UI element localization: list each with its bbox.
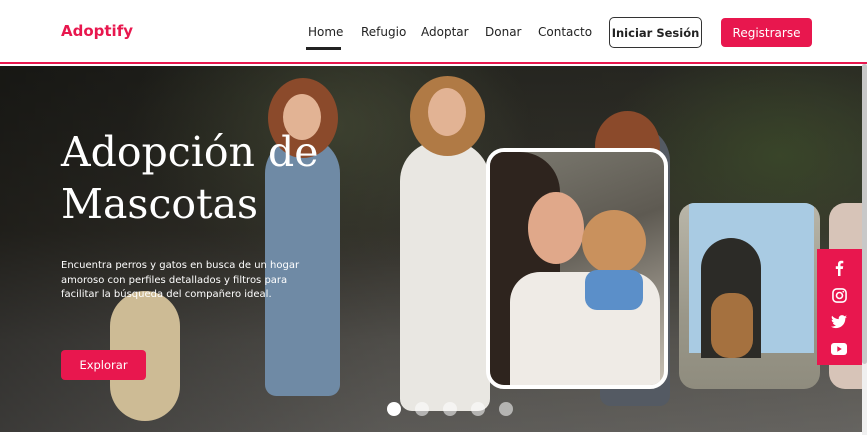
login-button[interactable]: Iniciar Sesión xyxy=(609,17,702,48)
carousel-dot-5[interactable] xyxy=(499,402,513,416)
instagram-icon[interactable] xyxy=(829,285,849,305)
nav-link-contacto[interactable]: Contacto xyxy=(538,25,592,39)
hero-title-line: Adopción de xyxy=(61,128,319,176)
hero-photo-face xyxy=(428,88,466,136)
card-photo-face xyxy=(528,192,584,264)
explore-button[interactable]: Explorar xyxy=(61,350,146,380)
twitter-icon[interactable] xyxy=(829,312,849,332)
card-photo-dog-head xyxy=(582,210,646,274)
brand-logo[interactable]: Adoptify xyxy=(61,22,133,40)
hero-photo-person xyxy=(400,141,490,411)
youtube-icon[interactable] xyxy=(829,339,849,359)
page-scrollbar-thumb[interactable] xyxy=(862,64,867,364)
card-photo-dog-shirt xyxy=(585,270,643,310)
carousel-card-woman-with-dog[interactable] xyxy=(486,148,668,389)
register-button[interactable]: Registrarse xyxy=(721,18,812,47)
facebook-icon[interactable] xyxy=(829,258,849,278)
nav-link-home[interactable]: Home xyxy=(308,25,343,39)
hero-title-line: Mascotas xyxy=(61,180,259,228)
carousel-dot-1[interactable] xyxy=(387,402,401,416)
nav-active-indicator xyxy=(306,47,341,50)
hero-title: Adopción de Mascotas xyxy=(61,126,361,230)
carousel-dot-2[interactable] xyxy=(415,402,429,416)
top-navbar: Adoptify Home Refugio Adoptar Donar Cont… xyxy=(0,0,867,64)
nav-link-refugio[interactable]: Refugio xyxy=(361,25,406,39)
carousel-dot-3[interactable] xyxy=(443,402,457,416)
nav-link-donar[interactable]: Donar xyxy=(485,25,521,39)
carousel-dot-4[interactable] xyxy=(471,402,485,416)
hero-description: Encuentra perros y gatos en busca de un … xyxy=(61,260,300,300)
social-sidebar xyxy=(817,249,862,365)
nav-link-adoptar[interactable]: Adoptar xyxy=(421,25,469,39)
card-photo-puppy xyxy=(711,293,753,358)
carousel-card-dog-house[interactable] xyxy=(679,203,820,389)
